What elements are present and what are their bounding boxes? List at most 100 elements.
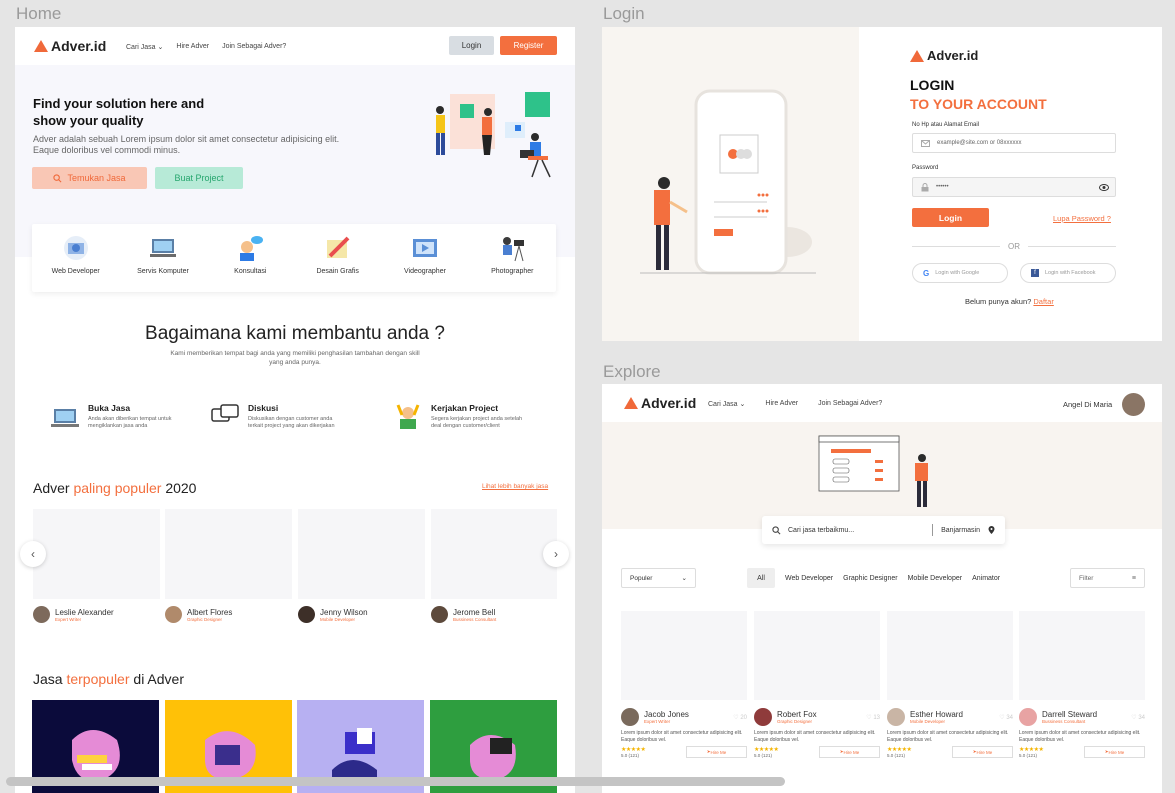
- hire-me-button[interactable]: ➤ Hire Me: [1084, 746, 1145, 758]
- signup-link[interactable]: Daftar: [1033, 297, 1053, 306]
- service-info: Esther Howard Mobile Developer ♡ 34 Lorem …: [887, 708, 1013, 758]
- search-icon: [53, 173, 62, 182]
- login-button[interactable]: Login: [449, 36, 494, 55]
- service-card[interactable]: [1019, 611, 1145, 700]
- hire-me-button[interactable]: ➤ Hire Me: [686, 746, 747, 758]
- laptop-icon: [51, 409, 79, 427]
- carousel-prev-button[interactable]: ‹: [20, 541, 46, 567]
- hire-me-button[interactable]: ➤ Hire Me: [819, 746, 880, 758]
- hero-illustration: [436, 92, 551, 178]
- popular-person[interactable]: Jerome Bell Bussiness Consultant: [431, 606, 496, 623]
- buat-project-button[interactable]: Buat Project: [155, 167, 243, 189]
- nav-cari-jasa[interactable]: Cari Jasa ⌄: [126, 43, 163, 51]
- carousel-next-button[interactable]: ›: [543, 541, 569, 567]
- star-rating-icon: ★★★★★: [754, 747, 779, 753]
- like-count[interactable]: ♡ 34: [1131, 714, 1145, 721]
- logo-mark-icon: [624, 397, 638, 409]
- logo[interactable]: Adver.id: [624, 395, 696, 411]
- chevron-left-icon: ‹: [31, 547, 35, 561]
- like-count[interactable]: ♡ 13: [866, 714, 880, 721]
- popular-card[interactable]: [33, 509, 160, 599]
- filter-button[interactable]: Filter ≡: [1070, 568, 1145, 588]
- popular-person[interactable]: Jenny Wilson Mobile Developer: [298, 606, 368, 623]
- register-button[interactable]: Register: [500, 36, 557, 55]
- nav-hire-adver[interactable]: Hire Adver: [765, 400, 798, 408]
- tab-animator[interactable]: Animator: [972, 575, 1000, 582]
- tab-all[interactable]: All: [747, 568, 775, 588]
- video-icon: [412, 239, 437, 257]
- popular-card[interactable]: [165, 509, 292, 599]
- star-rating-icon: ★★★★★: [621, 747, 646, 753]
- filter-icon: ≡: [1131, 574, 1136, 582]
- forgot-password-link[interactable]: Lupa Password ?: [1053, 214, 1111, 223]
- popular-person[interactable]: Leslie Alexander Expert Writer: [33, 606, 114, 623]
- hero-description: Adver adalah sebuah Lorem ipsum dolor si…: [33, 134, 340, 155]
- category-konsultasi[interactable]: Konsultasi: [210, 234, 290, 292]
- login-subheading: TO YOUR ACCOUNT: [910, 96, 1047, 112]
- frame-label-login: Login: [603, 4, 645, 23]
- google-login-button[interactable]: G Login with Google: [912, 263, 1008, 283]
- category-videographer[interactable]: Videographer: [385, 234, 465, 292]
- see-more-link[interactable]: Lihat lebih banyak jasa: [482, 483, 548, 490]
- camera-icon: [503, 237, 525, 262]
- avatar[interactable]: [1122, 393, 1145, 416]
- popular-person[interactable]: Albert Flores Graphic Designer: [165, 606, 232, 623]
- avatar: [621, 708, 639, 726]
- like-count[interactable]: ♡ 34: [999, 714, 1013, 721]
- celebrate-icon: [396, 404, 420, 429]
- tab-mobile-developer[interactable]: Mobile Developer: [908, 575, 962, 582]
- facebook-login-button[interactable]: f Login with Facebook: [1020, 263, 1116, 283]
- service-card[interactable]: [621, 611, 747, 700]
- user-name[interactable]: Angel Di Maria: [1063, 400, 1112, 409]
- logo[interactable]: Adver.id: [34, 38, 106, 54]
- tab-graphic-designer[interactable]: Graphic Designer: [843, 575, 897, 582]
- service-info: Robert Fox Graphic Designer ♡ 13 Lorem ips…: [754, 708, 880, 758]
- feature-buka-jasa: Buka Jasa Anda akan diberikan tempat untu…: [50, 403, 183, 431]
- chevron-down-icon: ⌄: [681, 575, 687, 582]
- category-servis-komputer[interactable]: Servis Komputer: [123, 234, 203, 292]
- logo-mark-icon: [34, 40, 48, 52]
- nav-join[interactable]: Join Sebagai Adver?: [222, 43, 286, 51]
- nav-hire-adver[interactable]: Hire Adver: [176, 43, 209, 51]
- explore-frame: Adver.id Cari Jasa ⌄ Hire Adver Join Seb…: [602, 384, 1162, 793]
- sort-dropdown[interactable]: Populer ⌄: [621, 568, 696, 588]
- avatar: [33, 606, 50, 623]
- category-desain-grafis[interactable]: Desain Grafis: [298, 234, 378, 292]
- email-field[interactable]: example@site.com or 08xxxxxx: [912, 133, 1116, 153]
- hero-title: Find your solution here and show your qu…: [33, 96, 205, 128]
- search-input[interactable]: Cari jasa terbaikmu...: [788, 527, 854, 534]
- login-illustration: [640, 89, 816, 275]
- service-card[interactable]: [887, 611, 1013, 700]
- like-count[interactable]: ♡ 20: [733, 714, 747, 721]
- nav-cari-jasa[interactable]: Cari Jasa ⌄: [708, 400, 745, 408]
- tab-web-developer[interactable]: Web Developer: [785, 575, 833, 582]
- hire-me-button[interactable]: ➤ Hire Me: [952, 746, 1013, 758]
- chevron-right-icon: ›: [554, 547, 558, 561]
- location-select[interactable]: Banjarmasin: [941, 527, 980, 534]
- category-photographer[interactable]: Photographer: [472, 234, 552, 292]
- eye-icon[interactable]: [1099, 183, 1109, 191]
- frame-label-explore: Explore: [603, 362, 661, 381]
- temukan-jasa-button[interactable]: Temukan Jasa: [32, 167, 147, 189]
- popular-card[interactable]: [298, 509, 425, 599]
- divider: [912, 246, 1000, 247]
- horizontal-scrollbar[interactable]: [6, 777, 785, 786]
- login-submit-button[interactable]: Login: [912, 208, 989, 227]
- google-icon: G: [923, 268, 930, 278]
- computer-service-icon: [149, 239, 176, 257]
- popular-card[interactable]: [431, 509, 557, 599]
- avatar: [1019, 708, 1037, 726]
- category-web-developer[interactable]: Web Developer: [36, 234, 116, 292]
- service-card[interactable]: [754, 611, 880, 700]
- avatar: [754, 708, 772, 726]
- login-frame: Adver.id LOGIN TO YOUR ACCOUNT No Hp ata…: [602, 27, 1162, 341]
- consultation-icon: [240, 236, 264, 261]
- login-logo[interactable]: Adver.id: [910, 48, 978, 63]
- nav-join[interactable]: Join Sebagai Adver?: [818, 400, 882, 408]
- explore-hero: [602, 422, 1162, 529]
- email-label: No Hp atau Alamat Email: [912, 122, 980, 128]
- password-field[interactable]: ••••••: [912, 177, 1116, 197]
- search-bar[interactable]: Cari jasa terbaikmu... Banjarmasin: [762, 516, 1005, 544]
- avatar: [165, 606, 182, 623]
- star-rating-icon: ★★★★★: [1019, 747, 1044, 753]
